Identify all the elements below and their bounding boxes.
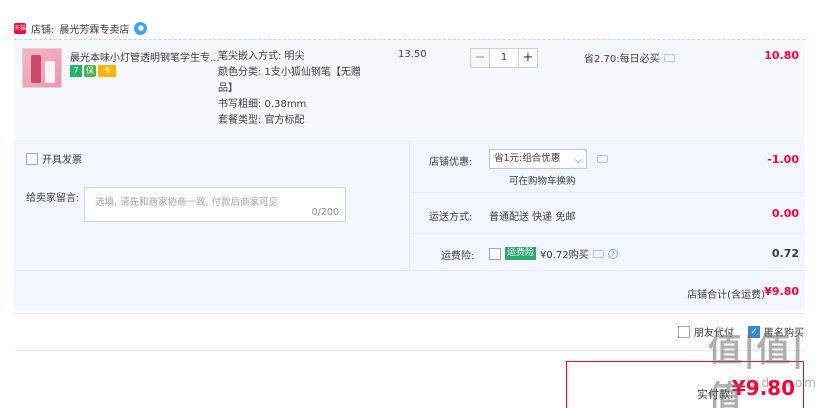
insurance-text: ¥0.72购买: [540, 250, 589, 261]
chevron-down-icon: ⌵: [574, 155, 582, 166]
store-label: 店铺:: [31, 24, 55, 36]
watermark-domain: zhide.com: [738, 376, 818, 390]
insurance-info-icon[interactable]: [592, 249, 604, 258]
quantity-minus-button[interactable]: −: [470, 48, 490, 68]
credit-card-icon[interactable]: 卡: [98, 65, 116, 77]
message-placeholder: 选填, 请先和商家协商一致, 付款后商家可见: [95, 197, 279, 208]
insurance-label: 运费险:: [441, 251, 475, 262]
shop-total-row: 店铺合计(含运费) ¥9.80: [14, 270, 805, 310]
order-item-row: 晨光本味小灯管透明钢笔学生专... 7 保 卡 笔尖嵌入方式: 明尖 颜色分类:…: [14, 40, 805, 136]
shop-total-label: 店铺合计(含运费): [687, 290, 765, 301]
shipping-value: 0.00: [771, 207, 799, 220]
order-options-panel: 开具发票 给卖家留言: 选填, 请先和商家协商一致, 付款后商家可见 0/200…: [14, 137, 805, 269]
shop-discount-row: 店铺优惠: 省1元:组合优惠 ⌵ 可在购物车换购 -1.00: [411, 137, 805, 193]
item-subtotal: 10.80: [764, 49, 799, 62]
message-textarea[interactable]: 选填, 请先和商家协商一致, 付款后商家可见 0/200: [84, 187, 346, 222]
shop-discount-select[interactable]: 省1元:组合优惠 ⌵: [489, 149, 587, 169]
sku-line: 书写粗细: 0.38mm: [218, 99, 307, 110]
invoice-label: 开具发票: [42, 155, 82, 166]
shipping-method: 普通配送 快递 免邮: [489, 212, 576, 223]
shop-header: 天猫 店铺: 晨光芳霖专卖店 ●: [14, 20, 148, 36]
shop-total-value: ¥9.80: [764, 285, 799, 298]
sku-line: 品】: [218, 83, 238, 94]
message-label: 给卖家留言:: [26, 193, 80, 204]
shop-name-link[interactable]: 晨光芳霖专卖店: [59, 21, 129, 36]
sku-info: 笔尖嵌入方式: 明尖 颜色分类: 1支小狐仙钢笔【无赠 品】 书写粗细: 0.3…: [218, 49, 361, 129]
product-thumbnail[interactable]: [22, 48, 62, 88]
shipping-label: 运送方式:: [429, 212, 473, 223]
promo-text: 省2.70:每日必买: [584, 54, 660, 65]
quantity-plus-button[interactable]: +: [518, 48, 538, 68]
wangwang-chat-icon[interactable]: ●: [134, 21, 148, 35]
invoice-checkbox[interactable]: [26, 152, 38, 165]
sku-line: 颜色分类: 1支小狐仙钢笔【无赠: [218, 67, 361, 78]
options-left: 开具发票 给卖家留言: 选填, 请先和商家协商一致, 付款后商家可见 0/200: [14, 137, 410, 269]
pen-image-icon: [31, 55, 41, 83]
product-title-link[interactable]: 晨光本味小灯管透明钢笔学生专...: [70, 49, 220, 64]
quantity-stepper: − 1 +: [470, 48, 538, 68]
shipping-row: 运送方式: 普通配送 快递 免邮 0.00: [411, 194, 805, 234]
friend-pay-checkbox[interactable]: [678, 325, 690, 338]
seven-day-return-icon[interactable]: 7: [70, 65, 82, 77]
discount-info-icon[interactable]: [597, 155, 608, 163]
promo-info-icon[interactable]: [663, 53, 675, 62]
pen-box-image-icon: [45, 61, 55, 83]
divider: [14, 350, 805, 351]
item-promotion: 省2.70:每日必买: [584, 50, 675, 65]
sku-line: 笔尖嵌入方式: 明尖: [218, 51, 305, 62]
insurance-checkbox[interactable]: [489, 247, 501, 260]
divider: [14, 313, 805, 314]
insurance-tag: 运费险: [505, 247, 537, 260]
watermark-logo: 值|值|值: [708, 330, 805, 408]
invoice-option[interactable]: 开具发票: [26, 151, 82, 166]
guarantee-icon[interactable]: 保: [84, 65, 96, 77]
service-badges: 7 保 卡: [70, 65, 116, 77]
shop-discount-label: 店铺优惠:: [429, 157, 473, 168]
insurance-row: 运费险: 运费险 ¥0.72购买 ? 0.72: [411, 235, 805, 269]
quantity-input[interactable]: 1: [490, 48, 518, 68]
help-icon[interactable]: ?: [607, 248, 618, 259]
shop-discount-value: -1.00: [767, 153, 799, 166]
sku-line: 套餐类型: 官方标配: [218, 115, 305, 126]
insurance-option[interactable]: 运费险 ¥0.72购买 ?: [489, 246, 618, 261]
unit-price: 13.50: [398, 49, 427, 60]
insurance-value: 0.72: [771, 247, 799, 260]
shop-discount-selected: 省1元:组合优惠: [494, 153, 561, 164]
shop-discount-hint: 可在购物车换购: [509, 176, 576, 187]
tmall-icon: 天猫: [14, 22, 27, 34]
site-watermark: 值|值|值 zhide.com: [708, 316, 828, 408]
message-char-count: 0/200: [311, 207, 339, 218]
